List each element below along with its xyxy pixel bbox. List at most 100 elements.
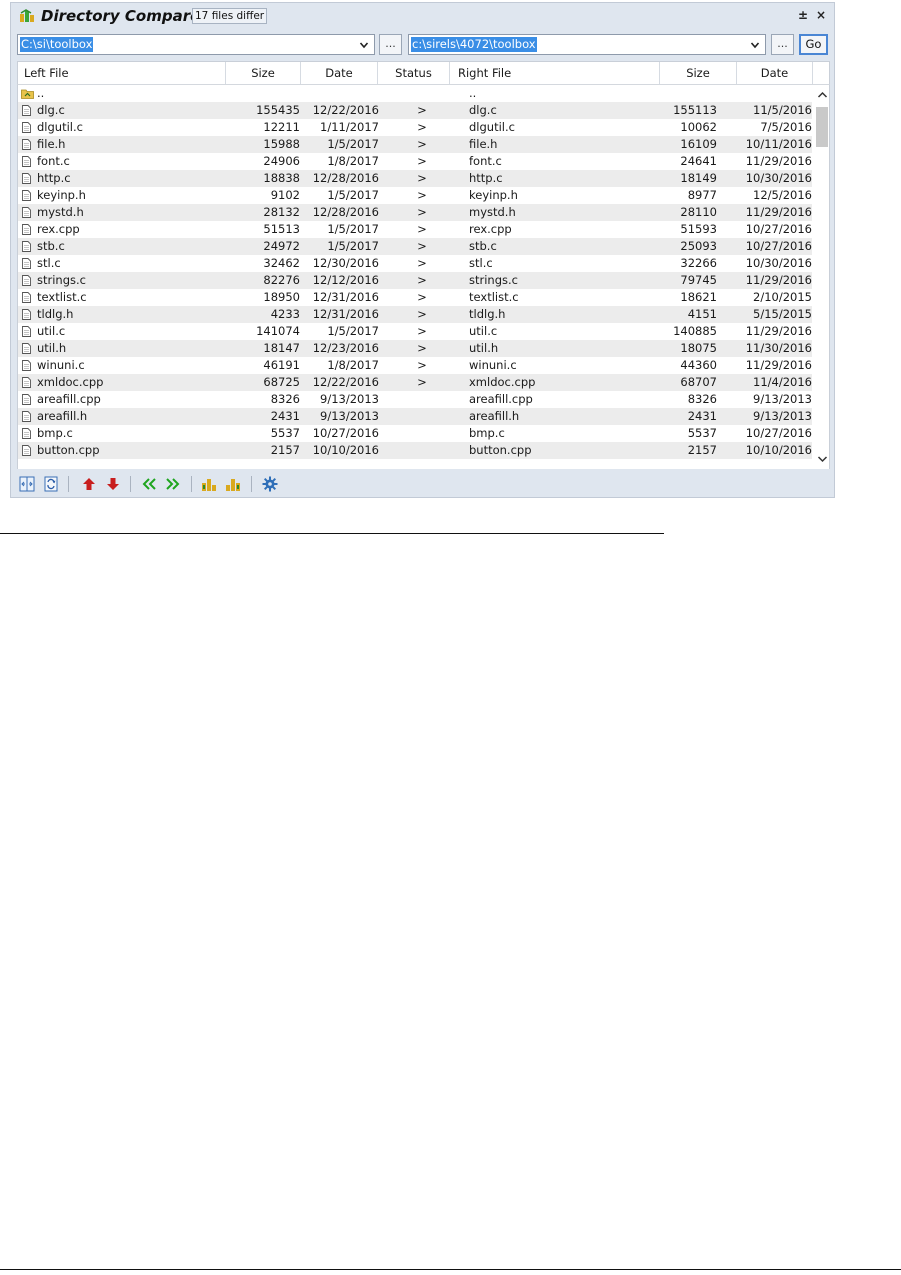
column-right-size[interactable]: Size — [660, 62, 737, 84]
show-left-only-icon[interactable] — [201, 476, 217, 492]
table-row[interactable]: rex.cpp 51513 1/5/2017 > rex.cpp 51593 10/27/2… — [18, 221, 812, 238]
table-row[interactable]: areafill.cpp 8326 9/13/2013 areafill.cpp 832… — [18, 391, 812, 408]
column-left-date[interactable]: Date — [301, 62, 378, 84]
table-row[interactable]: mystd.h 28132 12/28/2016 > mystd.h 28110 11/29… — [18, 204, 812, 221]
status-cell: > — [417, 222, 427, 236]
table-row[interactable]: keyinp.h 9102 1/5/2017 > keyinp.h 8977 12/5/20… — [18, 187, 812, 204]
next-difference-icon[interactable] — [105, 476, 121, 492]
show-right-only-icon[interactable] — [225, 476, 241, 492]
column-right-file[interactable]: Right File — [450, 62, 660, 84]
left-path-combobox[interactable]: C:\si\toolbox — [17, 34, 375, 55]
toolbar-separator — [68, 476, 69, 492]
left-file-date: 12/28/2016 — [312, 205, 379, 219]
table-row[interactable]: stb.c 24972 1/5/2017 > stb.c 25093 10/27/2016 — [18, 238, 812, 255]
left-file-name: font.c — [37, 154, 70, 168]
table-row[interactable]: tldlg.h 4233 12/31/2016 > tldlg.h 4151 5/15/20… — [18, 306, 812, 323]
right-file-date: 7/5/2016 — [760, 120, 812, 134]
table-row[interactable]: areafill.h 2431 9/13/2013 areafill.h 2431 9/1… — [18, 408, 812, 425]
file-icon — [22, 122, 31, 133]
left-file-name: winuni.c — [37, 358, 85, 372]
table-row[interactable]: font.c 24906 1/8/2017 > font.c 24641 11/29/201… — [18, 153, 812, 170]
table-row[interactable]: stl.c 32462 12/30/2016 > stl.c 32266 10/30/201… — [18, 255, 812, 272]
file-icon — [22, 105, 31, 116]
vertical-scrollbar[interactable] — [814, 85, 829, 469]
column-left-size[interactable]: Size — [226, 62, 301, 84]
chevron-down-icon[interactable] — [750, 39, 760, 51]
scroll-up-icon[interactable] — [817, 91, 828, 99]
left-file-size: 46191 — [263, 358, 300, 372]
close-icon[interactable]: × — [813, 6, 829, 24]
previous-difference-icon[interactable] — [81, 476, 97, 492]
file-icon — [22, 343, 31, 354]
column-header: Left File Size Date Status Right File Si… — [17, 61, 830, 85]
table-row[interactable]: xmldoc.cpp 68725 12/22/2016 > xmldoc.cpp 6870… — [18, 374, 812, 391]
left-path-value[interactable]: C:\si\toolbox — [20, 37, 94, 52]
table-row[interactable]: http.c 18838 12/28/2016 > http.c 18149 10/30/2… — [18, 170, 812, 187]
left-file-size: 68725 — [263, 375, 300, 389]
column-status[interactable]: Status — [378, 62, 450, 84]
right-file-name: mystd.h — [469, 205, 516, 219]
left-file-date: 1/8/2017 — [327, 358, 379, 372]
status-cell: > — [417, 324, 427, 338]
left-file-date: 12/30/2016 — [312, 256, 379, 270]
column-right-date[interactable]: Date — [737, 62, 813, 84]
left-file-size: 15988 — [263, 137, 300, 151]
column-left-file[interactable]: Left File — [18, 62, 226, 84]
right-path-combobox[interactable]: c:\sirels\4072\toolbox — [408, 34, 766, 55]
table-row[interactable]: button.cpp 2157 10/10/2016 button.cpp 2157 10… — [18, 442, 812, 459]
table-row[interactable]: dlg.c 155435 12/22/2016 > dlg.c 155113 11/5/20… — [18, 102, 812, 119]
compare-layout-icon[interactable] — [19, 476, 35, 492]
status-cell — [402, 425, 442, 442]
right-file-name: keyinp.h — [469, 188, 518, 202]
status-cell: > — [417, 137, 427, 151]
pin-icon[interactable]: ± — [795, 6, 811, 24]
right-file-size: 24641 — [680, 154, 717, 168]
left-file-date: 9/13/2013 — [320, 409, 379, 423]
table-row[interactable]: util.h 18147 12/23/2016 > util.h 18075 11/30/2… — [18, 340, 812, 357]
go-button[interactable]: Go — [799, 34, 828, 55]
settings-gear-icon[interactable] — [262, 476, 278, 492]
right-file-name: button.cpp — [469, 443, 532, 457]
table-row[interactable]: util.c 141074 1/5/2017 > util.c 140885 11/29/2… — [18, 323, 812, 340]
toolbar-separator — [130, 476, 131, 492]
left-file-name: xmldoc.cpp — [37, 375, 104, 389]
status-cell: > — [417, 239, 427, 253]
right-file-name: .. — [469, 86, 477, 100]
table-row[interactable]: winuni.c 46191 1/8/2017 > winuni.c 44360 11/29… — [18, 357, 812, 374]
left-file-size: 4233 — [270, 307, 300, 321]
scroll-down-icon[interactable] — [817, 455, 828, 463]
left-file-size: 155435 — [256, 103, 300, 117]
table-row[interactable]: bmp.c 5537 10/27/2016 bmp.c 5537 10/27/2016 — [18, 425, 812, 442]
path-bar: C:\si\toolbox ... c:\sirels\4072\toolbox… — [11, 31, 834, 59]
table-row[interactable]: strings.c 82276 12/12/2016 > strings.c 79745 1… — [18, 272, 812, 289]
table-row[interactable]: dlgutil.c 12211 1/11/2017 > dlgutil.c 10062 7/… — [18, 119, 812, 136]
copy-to-right-icon[interactable] — [165, 476, 181, 492]
file-icon — [22, 258, 31, 269]
table-row[interactable]: textlist.c 18950 12/31/2016 > textlist.c 1862… — [18, 289, 812, 306]
refresh-icon[interactable] — [43, 476, 59, 492]
right-file-size: 4151 — [687, 307, 717, 321]
left-file-date: 12/22/2016 — [312, 103, 379, 117]
file-icon — [22, 139, 31, 150]
left-file-size: 2431 — [270, 409, 300, 423]
left-browse-button[interactable]: ... — [379, 34, 402, 55]
right-file-date: 11/5/2016 — [753, 103, 812, 117]
left-file-date: 9/13/2013 — [320, 392, 379, 406]
parent-folder-row[interactable]: .. .. — [18, 85, 812, 102]
right-file-name: rex.cpp — [469, 222, 512, 236]
right-browse-button[interactable]: ... — [771, 34, 794, 55]
right-path-value[interactable]: c:\sirels\4072\toolbox — [411, 37, 537, 52]
bottom-toolbar — [11, 470, 834, 497]
chevron-down-icon[interactable] — [359, 39, 369, 51]
right-file-date: 11/4/2016 — [753, 375, 812, 389]
right-file-name: xmldoc.cpp — [469, 375, 536, 389]
scroll-thumb[interactable] — [816, 107, 828, 147]
table-row[interactable]: file.h 15988 1/5/2017 > file.h 16109 10/11/201… — [18, 136, 812, 153]
file-icon — [22, 394, 31, 405]
right-file-date: 10/27/2016 — [745, 426, 812, 440]
left-file-date: 12/31/2016 — [312, 290, 379, 304]
right-file-date: 10/10/2016 — [745, 443, 812, 457]
left-file-name: button.cpp — [37, 443, 100, 457]
left-file-size: 12211 — [263, 120, 300, 134]
copy-to-left-icon[interactable] — [141, 476, 157, 492]
